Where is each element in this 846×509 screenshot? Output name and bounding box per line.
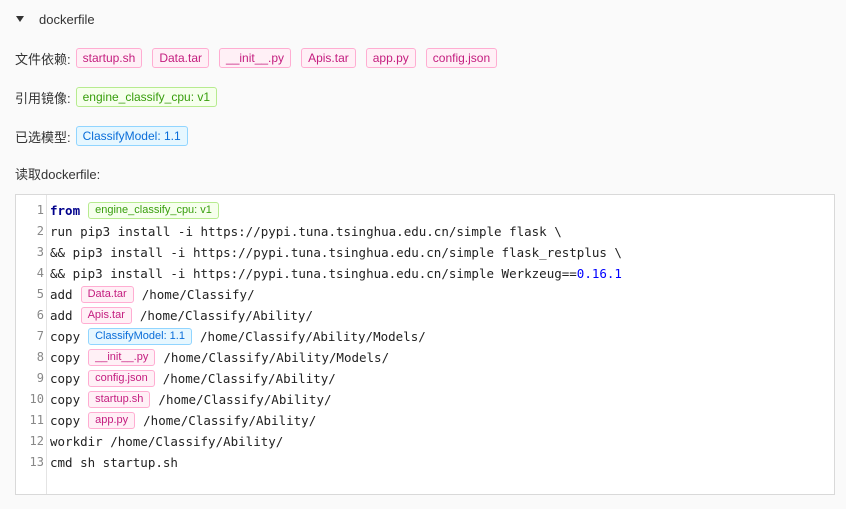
code-line: 13 cmd sh startup.sh bbox=[16, 452, 834, 473]
code-text: && pip3 install -i https://pypi.tuna.tsi… bbox=[50, 266, 577, 281]
file-tag: config.json bbox=[425, 48, 498, 68]
code-command: copy bbox=[50, 350, 81, 365]
code-lines: 1 from engine_classify_cpu: v1 2 run pip3… bbox=[16, 200, 834, 473]
code-line: 6 add Apis.tar/home/Classify/Ability/ bbox=[16, 305, 834, 326]
image-reference-row: 引用镜像: engine_classify_cpu: v1 bbox=[15, 87, 227, 107]
code-file-tag: Data.tar bbox=[80, 286, 134, 303]
read-dockerfile-label: 读取dockerfile: bbox=[15, 167, 101, 182]
file-deps-label: 文件依赖: bbox=[15, 51, 71, 67]
code-path: /home/Classify/ bbox=[141, 287, 255, 302]
model-tag: ClassifyModel: 1.1 bbox=[75, 126, 188, 146]
code-line: 11 copy app.py/home/Classify/Ability/ bbox=[16, 410, 834, 431]
line-number: 10 bbox=[29, 392, 44, 406]
code-path: /home/Classify/Ability/Models/ bbox=[199, 329, 426, 344]
code-command: copy bbox=[50, 392, 81, 407]
code-line: 4 && pip3 install -i https://pypi.tuna.t… bbox=[16, 263, 834, 284]
code-file-tag: config.json bbox=[88, 370, 155, 387]
code-file-tag: startup.sh bbox=[88, 391, 151, 408]
code-path: /home/Classify/Ability/ bbox=[139, 308, 313, 323]
code-text: && pip3 install -i https://pypi.tuna.tsi… bbox=[50, 245, 622, 260]
code-image-tag: engine_classify_cpu: v1 bbox=[88, 202, 219, 219]
code-command: copy bbox=[50, 371, 81, 386]
code-path: /home/Classify/Ability/ bbox=[158, 392, 332, 407]
code-line: 7 copy ClassifyModel: 1.1/home/Classify/A… bbox=[16, 326, 834, 347]
code-command: add bbox=[50, 287, 73, 302]
code-line: 2 run pip3 install -i https://pypi.tuna.… bbox=[16, 221, 834, 242]
selected-model-row: 已选模型: ClassifyModel: 1.1 bbox=[15, 126, 198, 146]
line-number: 11 bbox=[29, 413, 44, 427]
line-number: 3 bbox=[36, 245, 44, 259]
line-number: 9 bbox=[36, 371, 44, 385]
line-number: 12 bbox=[29, 434, 44, 448]
dockerfile-editor[interactable]: 1 from engine_classify_cpu: v1 2 run pip3… bbox=[15, 194, 835, 495]
code-line: 1 from engine_classify_cpu: v1 bbox=[16, 200, 834, 221]
code-text: cmd sh startup.sh bbox=[50, 455, 178, 470]
code-command: add bbox=[50, 308, 73, 323]
code-model-tag: ClassifyModel: 1.1 bbox=[88, 328, 192, 345]
code-file-tag: app.py bbox=[88, 412, 136, 429]
code-line: 10 copy startup.sh/home/Classify/Ability/ bbox=[16, 389, 834, 410]
code-command: copy bbox=[50, 413, 81, 428]
code-path: /home/Classify/Ability/ bbox=[143, 413, 317, 428]
keyword: from bbox=[50, 203, 81, 218]
code-command: copy bbox=[50, 329, 81, 344]
model-label: 已选模型: bbox=[15, 129, 71, 145]
line-number: 2 bbox=[36, 224, 44, 238]
code-path: /home/Classify/Ability/Models/ bbox=[163, 350, 390, 365]
caret-down-icon[interactable] bbox=[16, 16, 24, 22]
image-tag: engine_classify_cpu: v1 bbox=[75, 87, 218, 107]
line-number: 6 bbox=[36, 308, 44, 322]
code-line: 5 add Data.tar/home/Classify/ bbox=[16, 284, 834, 305]
code-text: workdir /home/Classify/Ability/ bbox=[50, 434, 284, 449]
image-ref-label: 引用镜像: bbox=[15, 90, 71, 106]
code-file-tag: Apis.tar bbox=[80, 307, 132, 324]
file-tag: startup.sh bbox=[75, 48, 143, 68]
code-file-tag: __init__.py bbox=[88, 349, 156, 366]
line-number: 8 bbox=[36, 350, 44, 364]
file-dependencies-row: 文件依赖: startup.sh Data.tar __init__.py Ap… bbox=[15, 48, 507, 68]
code-path: /home/Classify/Ability/ bbox=[162, 371, 336, 386]
section-title: dockerfile bbox=[39, 11, 95, 27]
code-line: 3 && pip3 install -i https://pypi.tuna.t… bbox=[16, 242, 834, 263]
dockerfile-section-header[interactable]: dockerfile bbox=[14, 9, 95, 29]
file-tag: Data.tar bbox=[152, 48, 210, 68]
line-number: 5 bbox=[36, 287, 44, 301]
read-dockerfile-row: 读取dockerfile: bbox=[15, 164, 105, 183]
line-number: 13 bbox=[29, 455, 44, 469]
code-number: 0.16.1 bbox=[576, 266, 622, 281]
code-line: 8 copy __init__.py/home/Classify/Ability/… bbox=[16, 347, 834, 368]
line-number: 1 bbox=[36, 203, 44, 217]
code-line: 12 workdir /home/Classify/Ability/ bbox=[16, 431, 834, 452]
file-tag: __init__.py bbox=[219, 48, 292, 68]
line-number: 7 bbox=[36, 329, 44, 343]
code-text: run pip3 install -i https://pypi.tuna.ts… bbox=[50, 224, 562, 239]
line-number: 4 bbox=[36, 266, 44, 280]
code-line: 9 copy config.json/home/Classify/Ability/ bbox=[16, 368, 834, 389]
file-tag: Apis.tar bbox=[301, 48, 356, 68]
file-tag: app.py bbox=[365, 48, 416, 68]
